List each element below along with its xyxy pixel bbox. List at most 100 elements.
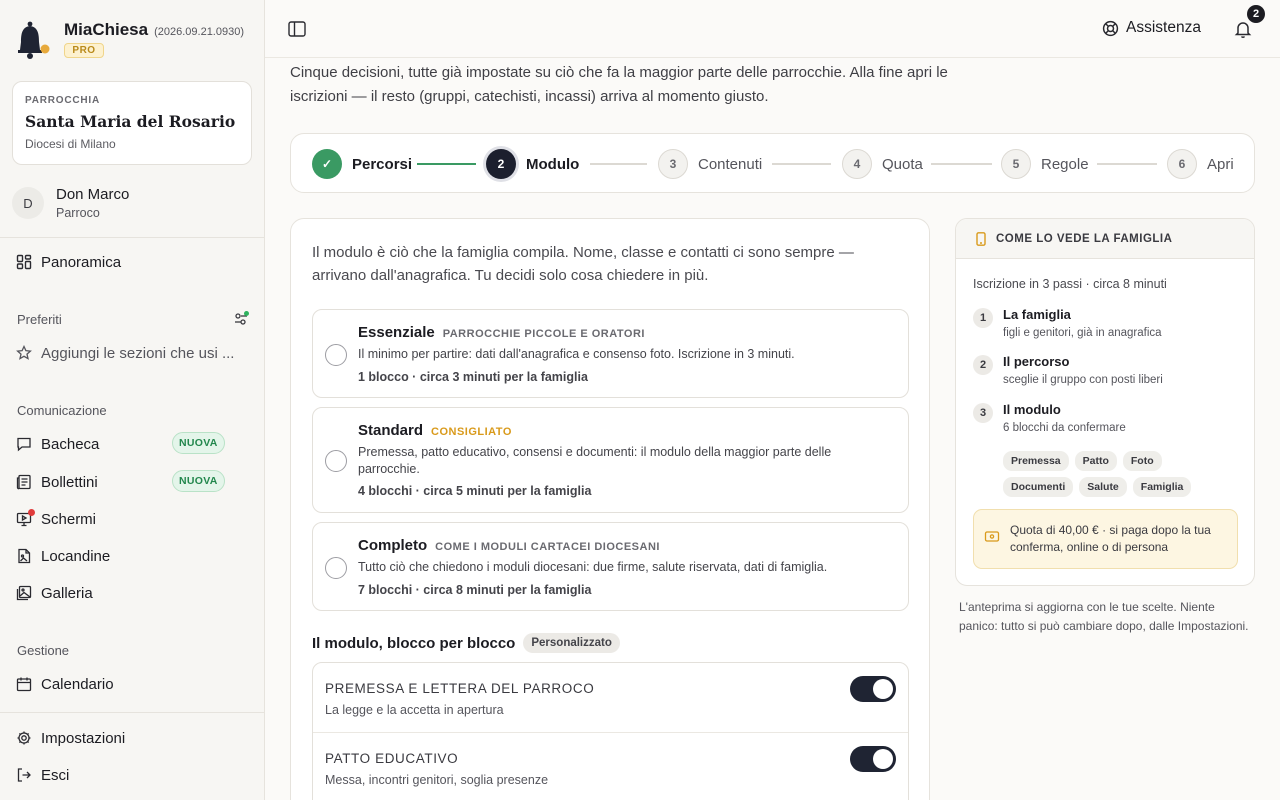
step-connector <box>772 163 831 165</box>
add-favorites[interactable]: Aggiungi le sezioni che usi ... <box>16 340 248 366</box>
custom-chip: Personalizzato <box>523 633 620 653</box>
app-name: MiaChiesa <box>64 20 149 39</box>
wizard-intro: Cinque decisioni, tutte già impostate su… <box>290 64 948 105</box>
block-title: PREMESSA E LETTERA DEL PARROCO <box>325 681 595 696</box>
preview-step-number: 2 <box>973 355 993 375</box>
sidebar-item-bacheca[interactable]: Bacheca NUOVA <box>16 431 248 457</box>
sidebar-toggle-icon[interactable] <box>288 21 306 37</box>
app-version: (2026.09.21.0930) <box>154 26 245 38</box>
logout-icon <box>17 768 31 782</box>
sidebar-item-bollettini[interactable]: Bollettini NUOVA <box>16 469 248 495</box>
step-quota[interactable]: 4 Quota <box>842 149 923 179</box>
preview-step-desc: figli e genitori, già in anagrafica <box>1003 327 1162 339</box>
help-button[interactable]: Assistenza <box>1102 19 1201 37</box>
sidebar-item-galleria[interactable]: Galleria <box>16 580 248 606</box>
preview-step: 3 Il modulo 6 blocchi da confermare <box>973 402 1126 434</box>
option-essenziale[interactable]: Essenziale PARROCCHIE PICCOLE E ORATORI … <box>312 309 909 398</box>
option-tag: PARROCCHIE PICCOLE E ORATORI <box>442 328 645 340</box>
step-contenuti[interactable]: 3 Contenuti <box>658 149 762 179</box>
newsletter-icon <box>16 474 31 490</box>
step-number: 3 <box>658 149 688 179</box>
step-modulo[interactable]: 2 Modulo <box>486 149 579 179</box>
step-label: Quota <box>882 155 923 173</box>
favorites-settings-icon[interactable] <box>233 311 249 327</box>
main-content: Assistenza 2 Cinque decisioni, tutte già… <box>265 0 1280 800</box>
option-description: Premessa, patto educativo, consensi e do… <box>358 445 832 476</box>
help-label: Assistenza <box>1126 19 1201 36</box>
block-toggle[interactable] <box>850 676 896 702</box>
step-number: 6 <box>1167 149 1197 179</box>
block-chip: Premessa <box>1003 451 1069 471</box>
option-meta: 1 blocco · circa 3 minuti per la famigli… <box>358 370 588 384</box>
phone-icon <box>976 231 986 246</box>
block-chip: Foto <box>1122 451 1162 471</box>
parish-switcher[interactable]: PARROCCHIA Santa Maria del Rosario Dioce… <box>12 81 252 165</box>
block-title: PATTO EDUCATIVO <box>325 751 459 766</box>
step-label: Regole <box>1041 155 1089 173</box>
step-label: Apri <box>1207 155 1234 173</box>
check-icon: ✓ <box>312 149 342 179</box>
block-chip: Famiglia <box>1132 477 1192 497</box>
step-connector <box>931 163 992 165</box>
step-number: 4 <box>842 149 872 179</box>
block-chip: Patto <box>1074 451 1117 471</box>
option-standard[interactable]: Standard CONSIGLIATO Premessa, patto edu… <box>312 407 909 513</box>
sidebar-divider <box>0 712 264 713</box>
sidebar-item-label: Galleria <box>41 584 93 602</box>
new-badge: NUOVA <box>172 432 225 454</box>
user-profile[interactable]: D Don Marco Parroco <box>12 186 129 220</box>
poster-icon <box>18 548 31 564</box>
wallet-icon <box>984 531 1000 542</box>
sidebar-item-label: Bollettini <box>41 473 98 491</box>
option-name: Standard <box>358 422 424 439</box>
management-label: Gestione <box>17 643 70 658</box>
step-apri[interactable]: 6 Apri <box>1167 149 1234 179</box>
step-connector <box>1097 163 1157 165</box>
sidebar-item-calendario[interactable]: Calendario <box>16 671 248 697</box>
sidebar-item-locandine[interactable]: Locandine <box>16 543 248 569</box>
sidebar-item-schermi[interactable]: Schermi <box>16 506 248 532</box>
sidebar-divider <box>0 237 264 238</box>
step-regole[interactable]: 5 Regole <box>1001 149 1089 179</box>
block-row-premessa: PREMESSA E LETTERA DEL PARROCO La legge … <box>313 663 908 732</box>
star-icon <box>16 345 32 360</box>
step-label: Contenuti <box>698 155 763 173</box>
preview-step-desc: 6 blocchi da confermare <box>1003 422 1126 434</box>
add-favorites-label: Aggiungi le sezioni che usi ... <box>41 344 235 362</box>
preview-step: 2 Il percorso sceglie il gruppo con post… <box>973 354 1163 386</box>
preview-step-title: Il modulo <box>1003 402 1061 417</box>
preview-step-title: Il percorso <box>1003 354 1070 369</box>
step-number: 2 <box>486 149 516 179</box>
preview-step-number: 1 <box>973 308 993 328</box>
blocks-header: Il modulo, blocco per blocco Personalizz… <box>312 633 620 653</box>
toggle-knob <box>873 749 893 769</box>
step-label: Percorsi <box>352 155 413 173</box>
sidebar-item-impostazioni[interactable]: Impostazioni <box>16 725 248 751</box>
alert-dot <box>28 509 35 516</box>
fee-notice: Quota di 40,00 € · si paga dopo la tua c… <box>973 509 1238 569</box>
step-number: 5 <box>1001 149 1031 179</box>
sidebar-item-overview[interactable]: Panoramica <box>16 249 248 275</box>
module-intro: Il modulo è ciò che la famiglia compila.… <box>312 244 854 284</box>
notifications-bell-icon[interactable] <box>1233 19 1253 39</box>
option-description: Tutto ciò che chiedono i moduli diocesan… <box>358 560 828 574</box>
step-percorsi[interactable]: ✓ Percorsi <box>312 149 412 179</box>
block-toggle[interactable] <box>850 746 896 772</box>
sidebar-item-esci[interactable]: Esci <box>16 762 248 788</box>
sidebar-item-label: Panoramica <box>41 253 122 271</box>
option-name: Completo <box>358 537 428 554</box>
brand[interactable]: MiaChiesa (2026.09.21.0930) PRO <box>16 20 244 60</box>
parish-kicker: PARROCCHIA <box>25 95 101 106</box>
radio-button[interactable] <box>325 344 347 366</box>
preview-step-title: La famiglia <box>1003 307 1071 322</box>
fee-text: Quota di 40,00 € · si paga dopo la tua c… <box>1010 523 1211 554</box>
option-name: Essenziale <box>358 324 435 341</box>
pro-badge: PRO <box>64 43 104 58</box>
step-connector <box>590 163 647 165</box>
sidebar-item-label: Bacheca <box>41 435 100 453</box>
sidebar-item-label: Impostazioni <box>41 729 126 747</box>
family-preview: COME LO VEDE LA FAMIGLIA Iscrizione in 3… <box>955 218 1255 586</box>
radio-button[interactable] <box>325 557 347 579</box>
radio-button[interactable] <box>325 450 347 472</box>
option-completo[interactable]: Completo COME I MODULI CARTACEI DIOCESAN… <box>312 522 909 611</box>
